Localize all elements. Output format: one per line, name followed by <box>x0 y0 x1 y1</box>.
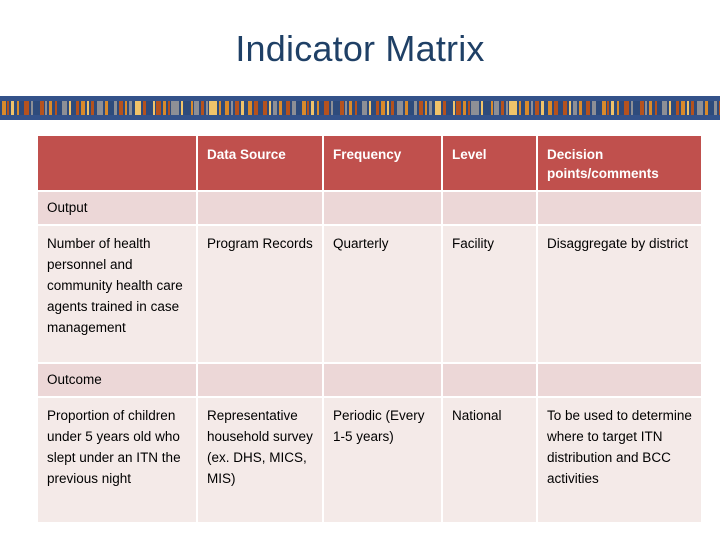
header-cell-decision-points: Decision points/comments <box>538 136 701 190</box>
band-edge-bottom <box>0 115 720 120</box>
header-cell-level: Level <box>443 136 536 190</box>
table-row: Number of health personnel and community… <box>38 226 701 362</box>
cell-indicator: Proportion of children under 5 years old… <box>38 398 196 522</box>
cell-frequency: Periodic (Every 1-5 years) <box>324 398 441 522</box>
cell-frequency: Quarterly <box>324 226 441 362</box>
section-label-output: Output <box>38 192 196 224</box>
section-row-output: Output <box>38 192 701 224</box>
section-row-outcome: Outcome <box>38 364 701 396</box>
cell-indicator: Number of health personnel and community… <box>38 226 196 362</box>
header-cell-frequency: Frequency <box>324 136 441 190</box>
matrix-table: Data Source Frequency Level Decision poi… <box>36 134 703 524</box>
cell-decision-points: To be used to determine where to target … <box>538 398 701 522</box>
cell-data-source: Representative household survey (ex. DHS… <box>198 398 322 522</box>
decorative-pattern-band <box>0 96 720 120</box>
section-filler <box>538 192 701 224</box>
section-filler <box>324 192 441 224</box>
header-cell-data-source: Data Source <box>198 136 322 190</box>
section-filler <box>443 364 536 396</box>
header-cell-corner <box>38 136 196 190</box>
section-filler <box>324 364 441 396</box>
cell-data-source: Program Records <box>198 226 322 362</box>
section-label-outcome: Outcome <box>38 364 196 396</box>
table-header-row: Data Source Frequency Level Decision poi… <box>38 136 701 190</box>
section-filler <box>538 364 701 396</box>
cell-level: Facility <box>443 226 536 362</box>
section-filler <box>443 192 536 224</box>
table-row: Proportion of children under 5 years old… <box>38 398 701 522</box>
indicator-matrix-table: Data Source Frequency Level Decision poi… <box>38 136 701 522</box>
page-title: Indicator Matrix <box>235 28 485 69</box>
section-filler <box>198 192 322 224</box>
section-filler <box>198 364 322 396</box>
cell-level: National <box>443 398 536 522</box>
cell-decision-points: Disaggregate by district <box>538 226 701 362</box>
